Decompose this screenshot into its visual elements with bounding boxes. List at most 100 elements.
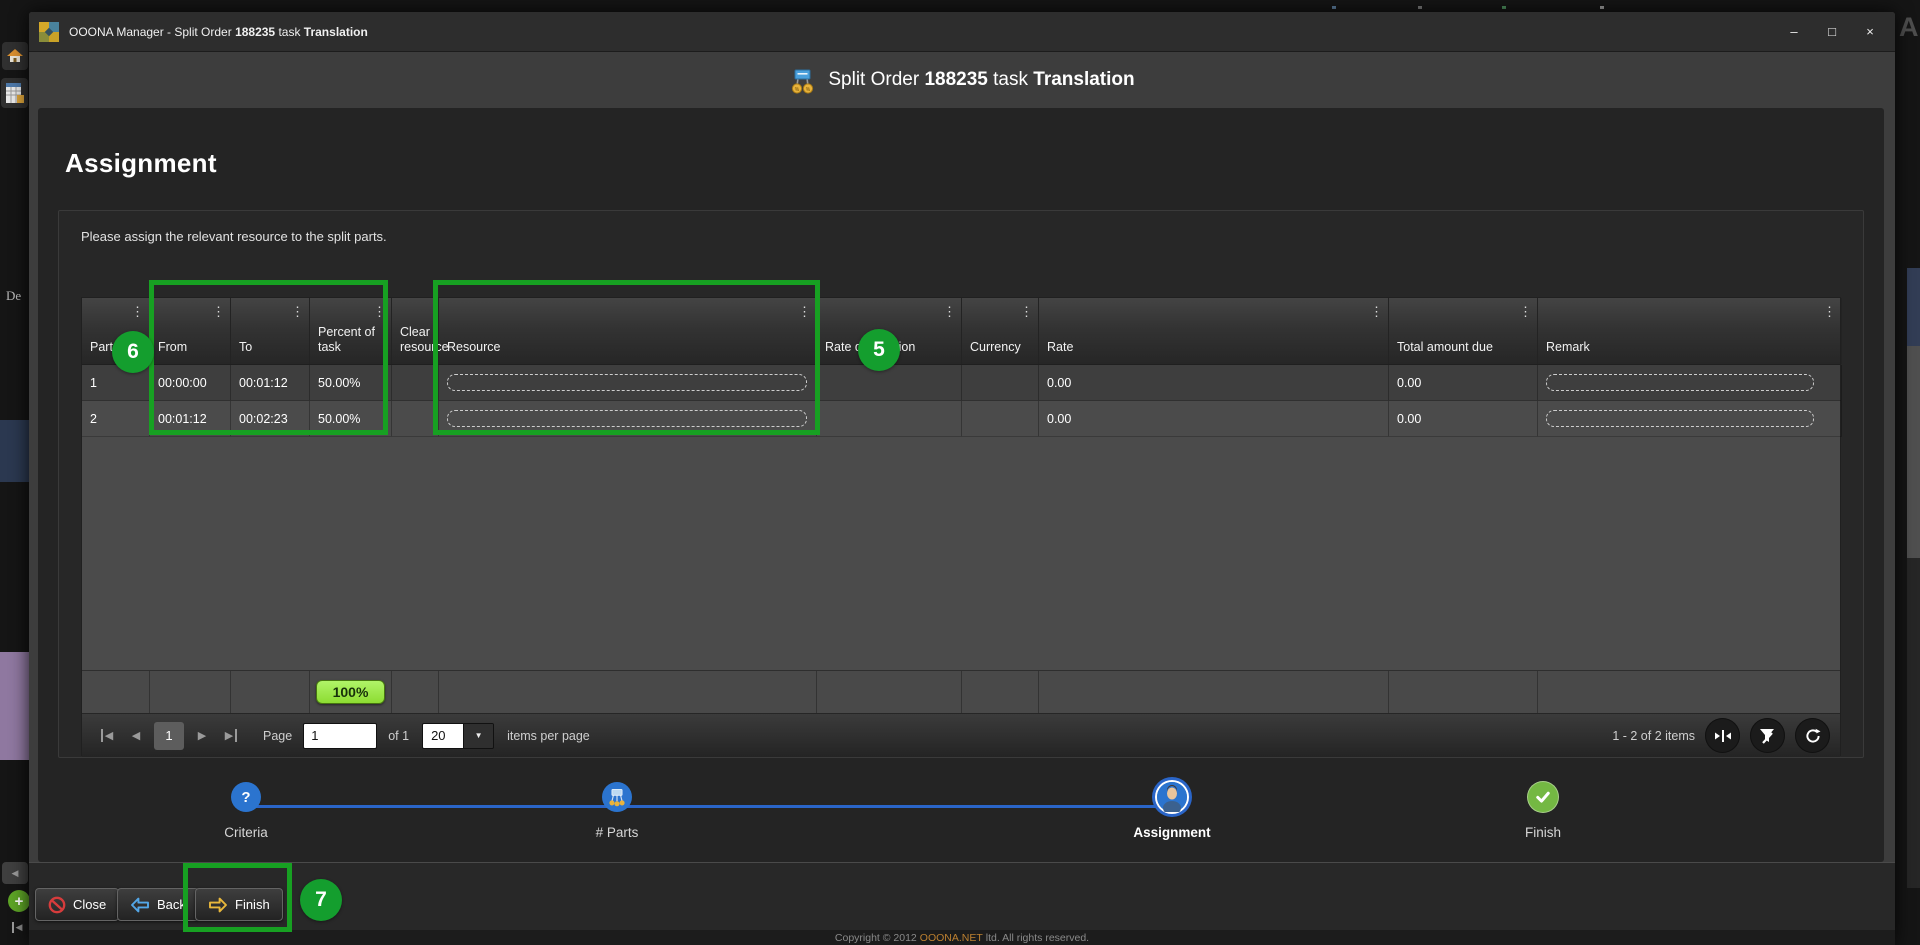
- cell-clear-resource[interactable]: [392, 365, 439, 401]
- column-menu-icon[interactable]: ⋮: [131, 304, 144, 320]
- wizard-progress-line: [246, 805, 1172, 808]
- wizard-step-assignment[interactable]: Assignment: [1102, 782, 1242, 840]
- background-sheet-button[interactable]: [1, 78, 28, 108]
- cell-rate: 0.00: [1039, 401, 1389, 437]
- page-label: Page: [263, 729, 292, 743]
- first-page-button[interactable]: ◀: [96, 729, 118, 742]
- cell-total-amount-due: 0.00: [1389, 365, 1538, 401]
- column-header-from[interactable]: From⋮: [150, 298, 231, 364]
- page-size-value: 20: [423, 724, 463, 748]
- page-size-dropdown[interactable]: 20 ▼: [422, 723, 494, 749]
- dialog-header: % % Split Order 188235 task Translation: [29, 52, 1895, 108]
- refresh-button[interactable]: [1795, 718, 1830, 753]
- background-purple-block: [0, 652, 29, 760]
- background-partial-label: De: [6, 288, 21, 304]
- skip-start-icon: ◀: [12, 922, 23, 933]
- background-top-pixel: [1600, 6, 1604, 9]
- next-page-button[interactable]: ▶: [191, 729, 213, 742]
- page-number-input[interactable]: [303, 723, 377, 749]
- page-title: Assignment: [65, 148, 217, 179]
- svg-text:%: %: [806, 87, 811, 93]
- brand-link[interactable]: OOONA.NET: [920, 932, 983, 944]
- step-label: # Parts: [596, 825, 639, 840]
- question-icon: ?: [231, 782, 261, 812]
- background-home-button[interactable]: [2, 42, 28, 70]
- background-navy-block: [0, 420, 29, 482]
- page-of-label: of 1: [388, 729, 409, 743]
- grid-pager: ◀ ◀ 1 ▶ ▶ Page of 1 20 ▼ items per page: [82, 714, 1840, 757]
- background-right-gray-block: [1907, 346, 1920, 558]
- column-menu-icon[interactable]: ⋮: [212, 304, 225, 320]
- wizard-step-criteria[interactable]: ? Criteria: [176, 782, 316, 840]
- column-menu-icon[interactable]: ⋮: [291, 304, 304, 320]
- wizard-step-finish[interactable]: Finish: [1473, 782, 1613, 840]
- dropdown-arrow-icon: ▼: [463, 724, 493, 748]
- column-header-currency[interactable]: Currency⋮: [962, 298, 1039, 364]
- column-menu-icon[interactable]: ⋮: [373, 304, 386, 320]
- refresh-icon: [1804, 727, 1822, 745]
- last-page-icon: ▶: [225, 729, 237, 742]
- cell-clear-resource[interactable]: [392, 401, 439, 437]
- previous-page-button[interactable]: ◀: [125, 729, 147, 742]
- remark-input[interactable]: [1546, 410, 1814, 427]
- maximize-button[interactable]: □: [1817, 20, 1847, 44]
- column-header-clear-resource[interactable]: Clear resource: [392, 298, 439, 364]
- column-menu-icon[interactable]: ⋮: [1370, 304, 1383, 320]
- page-number-button[interactable]: 1: [154, 722, 184, 750]
- desktop-background: De ◀ + ◀ A OOONA Manager - Split Order 1…: [0, 0, 1920, 945]
- annotation-circle-5: 5: [858, 329, 900, 371]
- background-first-button[interactable]: ◀: [8, 920, 26, 934]
- cell-total-amount-due: 0.00: [1389, 401, 1538, 437]
- cell-resource: [439, 401, 817, 437]
- percent-total-badge: 100%: [316, 680, 386, 704]
- split-parts-icon: [602, 782, 632, 812]
- grid-footer-row: 100%: [82, 670, 1840, 714]
- cell-remark: [1538, 365, 1842, 401]
- cell-part: 2: [82, 401, 150, 437]
- column-header-resource[interactable]: Resource⋮: [439, 298, 817, 364]
- copyright-suffix: ltd. All rights reserved.: [986, 932, 1089, 944]
- cell-rate-description: [817, 365, 962, 401]
- first-page-icon: ◀: [101, 729, 113, 742]
- column-header-rate[interactable]: Rate⋮: [1039, 298, 1389, 364]
- step-label: Assignment: [1133, 825, 1210, 840]
- column-header-to[interactable]: To⋮: [231, 298, 310, 364]
- cell-currency: [962, 401, 1039, 437]
- column-menu-icon[interactable]: ⋮: [798, 304, 811, 320]
- cell-rate-description: [817, 401, 962, 437]
- finish-button-label: Finish: [235, 897, 270, 912]
- background-add-button[interactable]: +: [8, 890, 30, 912]
- annotation-circle-6: 6: [112, 331, 154, 373]
- column-menu-icon[interactable]: ⋮: [943, 304, 956, 320]
- resource-input[interactable]: [447, 410, 807, 427]
- resource-input[interactable]: [447, 374, 807, 391]
- table-row: 1 00:00:00 00:01:12 50.00% 0.00 0.00: [82, 365, 1840, 401]
- column-menu-icon[interactable]: ⋮: [1519, 304, 1532, 320]
- person-icon: [1157, 782, 1187, 812]
- close-button[interactable]: Close: [35, 888, 119, 921]
- last-page-button[interactable]: ▶: [220, 729, 242, 742]
- wizard-step-parts[interactable]: # Parts: [547, 782, 687, 840]
- fit-columns-button[interactable]: [1705, 718, 1740, 753]
- copyright-bar: Copyright © 2012 OOONA.NET ltd. All righ…: [29, 930, 1895, 945]
- column-menu-icon[interactable]: ⋮: [1823, 304, 1836, 320]
- back-button[interactable]: Back: [117, 888, 199, 921]
- column-header-remark[interactable]: Remark⋮: [1538, 298, 1842, 364]
- finish-button[interactable]: Finish: [195, 888, 283, 921]
- copyright-text: Copyright © 2012: [835, 932, 917, 944]
- items-per-page-label: items per page: [507, 729, 590, 743]
- column-header-percent-of-task[interactable]: Percent of task⋮: [310, 298, 392, 364]
- cell-percent: 50.00%: [310, 365, 392, 401]
- column-header-total-amount-due[interactable]: Total amount due⋮: [1389, 298, 1538, 364]
- close-window-button[interactable]: ×: [1855, 20, 1885, 44]
- window-title: OOONA Manager - Split Order 188235 task …: [69, 25, 368, 39]
- minimize-button[interactable]: –: [1779, 20, 1809, 44]
- dialog-title: Split Order 188235 task Translation: [828, 69, 1134, 91]
- background-top-pixel: [1332, 6, 1336, 9]
- clear-filter-button[interactable]: [1750, 718, 1785, 753]
- background-scroll-left-button[interactable]: ◀: [2, 862, 28, 884]
- remark-input[interactable]: [1546, 374, 1814, 391]
- column-menu-icon[interactable]: ⋮: [1020, 304, 1033, 320]
- previous-page-icon: ◀: [132, 729, 140, 742]
- cell-currency: [962, 365, 1039, 401]
